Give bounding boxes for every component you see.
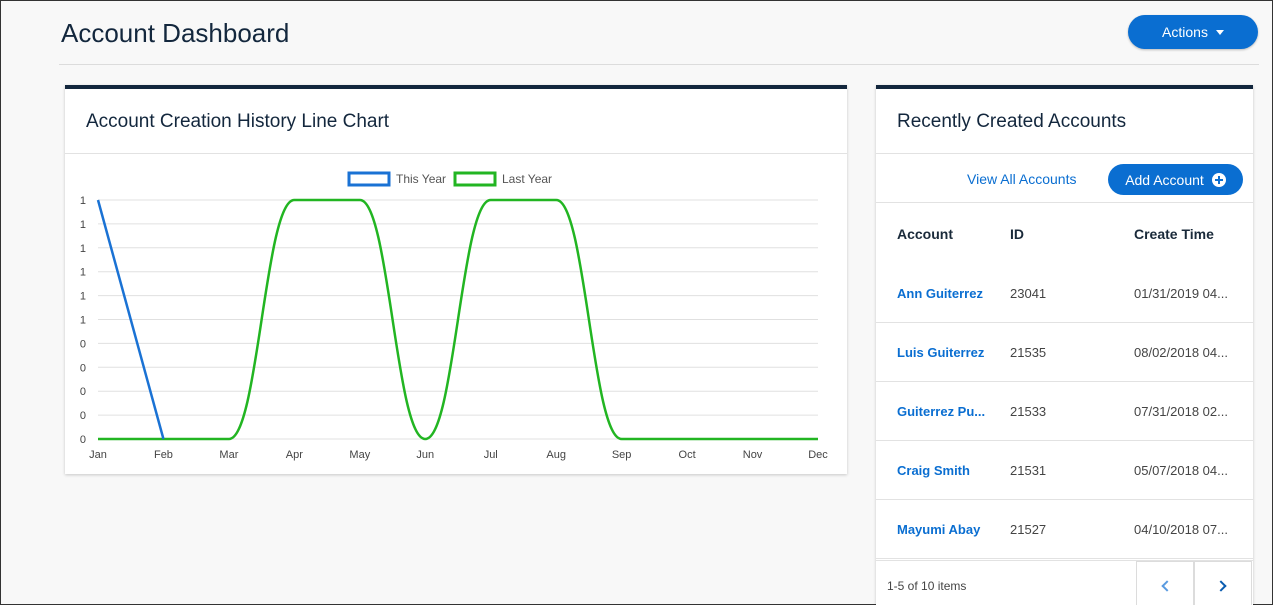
add-account-label: Add Account bbox=[1125, 171, 1204, 188]
account-id: 21535 bbox=[1010, 345, 1047, 360]
account-id: 21531 bbox=[1010, 463, 1047, 478]
account-name-link[interactable]: Ann Guiterrez bbox=[897, 286, 992, 301]
x-tick-label: Jun bbox=[416, 449, 434, 461]
x-tick-label: Jul bbox=[484, 449, 498, 461]
table-header: Account ID Create Time bbox=[876, 204, 1253, 264]
account-create-time: 08/02/2018 04... bbox=[1134, 345, 1228, 360]
table-row[interactable]: Ann Guiterrez 23041 01/31/2019 04... bbox=[876, 264, 1253, 323]
y-tick-label: 1 bbox=[80, 195, 86, 207]
account-create-time: 04/10/2018 07... bbox=[1134, 522, 1228, 537]
account-create-time: 05/07/2018 04... bbox=[1134, 463, 1228, 478]
table-row[interactable]: Mayumi Abay 21527 04/10/2018 07... bbox=[876, 500, 1253, 559]
line-chart: 0 0 0 0 0 1 1 1 1 1 1 Jan Feb Mar Apr May Jun Jul Aug Sep Oc… bbox=[65, 154, 847, 474]
y-tick-label: 0 bbox=[80, 362, 86, 374]
chart-card-title: Account Creation History Line Chart bbox=[65, 89, 847, 154]
account-name-link[interactable]: Mayumi Abay bbox=[897, 522, 992, 537]
page-title: Account Dashboard bbox=[61, 18, 290, 48]
previous-page-button[interactable] bbox=[1136, 561, 1194, 605]
table-row[interactable]: Luis Guiterrez 21535 08/02/2018 04... bbox=[876, 323, 1253, 382]
view-all-accounts-link[interactable]: View All Accounts bbox=[967, 171, 1076, 187]
caret-down-icon bbox=[1215, 29, 1224, 35]
y-tick-label: 0 bbox=[80, 338, 86, 350]
column-header-create-time[interactable]: Create Time bbox=[1134, 226, 1214, 242]
account-id: 21527 bbox=[1010, 522, 1047, 537]
line-chart-svg: 0 0 0 0 0 1 1 1 1 1 1 Jan Feb Mar Apr May Jun Jul Aug Sep Oc… bbox=[80, 171, 828, 461]
y-tick-label: 0 bbox=[80, 434, 86, 446]
x-tick-label: Jan bbox=[89, 449, 107, 461]
account-id: 23041 bbox=[1010, 286, 1047, 301]
account-name-link[interactable]: Craig Smith bbox=[897, 463, 992, 478]
x-tick-label: Oct bbox=[679, 449, 696, 461]
x-tick-label: Aug bbox=[546, 449, 566, 461]
x-tick-label: Mar bbox=[219, 449, 238, 461]
legend-swatch bbox=[347, 171, 391, 187]
add-account-button[interactable]: Add Account bbox=[1108, 164, 1243, 195]
y-tick-label: 1 bbox=[80, 267, 86, 279]
legend-swatch bbox=[453, 171, 497, 187]
account-name-link[interactable]: Guiterrez Pu... bbox=[897, 404, 992, 419]
y-tick-label: 1 bbox=[80, 243, 86, 255]
recent-accounts-card: Recently Created Accounts View All Accou… bbox=[876, 85, 1253, 605]
actions-button-label: Actions bbox=[1162, 24, 1208, 40]
chart-card: Account Creation History Line Chart 0000… bbox=[65, 85, 847, 474]
x-tick-label: Sep bbox=[612, 449, 632, 461]
x-tick-label: Nov bbox=[743, 449, 763, 461]
legend-label: This Year bbox=[396, 172, 446, 186]
plus-circle-icon bbox=[1211, 172, 1226, 187]
pager: 1-5 of 10 items bbox=[876, 560, 1253, 605]
recent-accounts-title: Recently Created Accounts bbox=[876, 89, 1253, 154]
accounts-toolbar: View All Accounts Add Account bbox=[876, 157, 1253, 203]
account-create-time: 07/31/2018 02... bbox=[1134, 404, 1228, 419]
y-tick-label: 1 bbox=[80, 291, 86, 303]
x-tick-label: Apr bbox=[286, 449, 303, 461]
chevron-right-icon bbox=[1215, 580, 1227, 592]
table-row[interactable]: Craig Smith 21531 05/07/2018 04... bbox=[876, 441, 1253, 500]
account-id: 21533 bbox=[1010, 404, 1047, 419]
y-tick-label: 0 bbox=[80, 410, 86, 422]
next-page-button[interactable] bbox=[1194, 561, 1252, 605]
accounts-table-body: Ann Guiterrez 23041 01/31/2019 04... Lui… bbox=[876, 264, 1253, 559]
pager-info: 1-5 of 10 items bbox=[887, 579, 967, 593]
account-name-link[interactable]: Luis Guiterrez bbox=[897, 345, 992, 360]
y-tick-label: 1 bbox=[80, 219, 86, 231]
table-row[interactable]: Guiterrez Pu... 21533 07/31/2018 02... bbox=[876, 382, 1253, 441]
column-header-account[interactable]: Account bbox=[897, 226, 953, 242]
legend-label: Last Year bbox=[502, 172, 552, 186]
x-tick-label: Dec bbox=[808, 449, 828, 461]
actions-button[interactable]: Actions bbox=[1128, 15, 1258, 49]
y-tick-label: 0 bbox=[80, 386, 86, 398]
y-tick-label: 1 bbox=[80, 315, 86, 327]
page-header: Account Dashboard Actions bbox=[59, 1, 1259, 65]
account-create-time: 01/31/2019 04... bbox=[1134, 286, 1228, 301]
x-tick-label: May bbox=[349, 449, 370, 461]
column-header-id[interactable]: ID bbox=[1010, 226, 1024, 242]
chevron-left-icon bbox=[1161, 580, 1173, 592]
x-tick-label: Feb bbox=[154, 449, 173, 461]
